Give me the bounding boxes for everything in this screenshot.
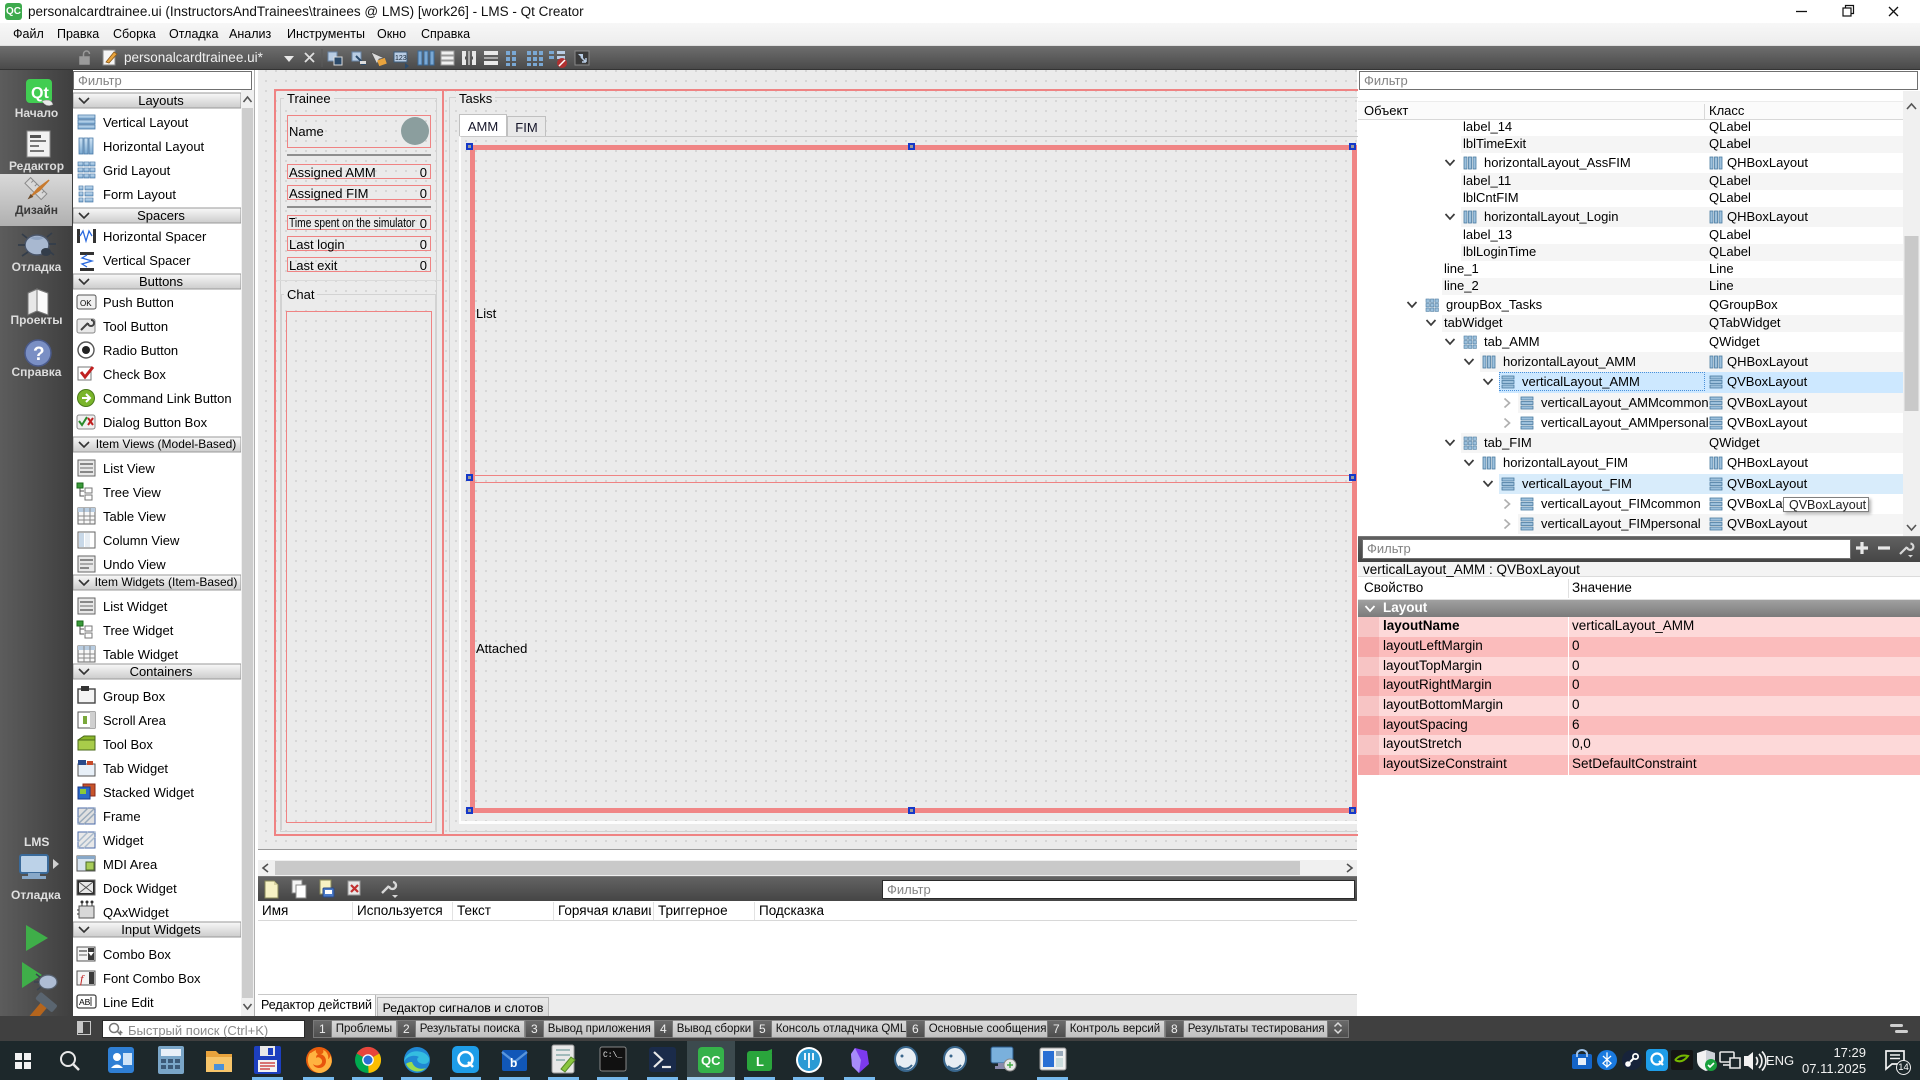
svg-text:Spacers: Spacers	[137, 208, 185, 223]
svg-text:Item Views (Model-Based): Item Views (Model-Based)	[96, 437, 237, 451]
svg-text:C:\_: C:\_	[603, 1051, 622, 1060]
svg-text:Containers: Containers	[130, 664, 193, 679]
svg-text:QC: QC	[701, 1053, 721, 1068]
svg-text:LMS: LMS	[24, 835, 49, 849]
svg-text:Item Widgets (Item-Based): Item Widgets (Item-Based)	[95, 575, 238, 589]
svg-text:Layouts: Layouts	[138, 93, 184, 108]
svg-text:L: L	[756, 1054, 764, 1069]
svg-text:Input Widgets: Input Widgets	[121, 922, 201, 937]
svg-text:b: b	[510, 1056, 517, 1070]
svg-text:Qt: Qt	[31, 85, 49, 102]
svg-text:AB: AB	[79, 997, 91, 1007]
svg-text:OK: OK	[80, 299, 92, 308]
svg-text:Отладка: Отладка	[11, 888, 61, 902]
svg-text:123: 123	[395, 55, 407, 62]
svg-text:?: ?	[33, 344, 45, 365]
svg-text:Buttons: Buttons	[139, 274, 184, 289]
